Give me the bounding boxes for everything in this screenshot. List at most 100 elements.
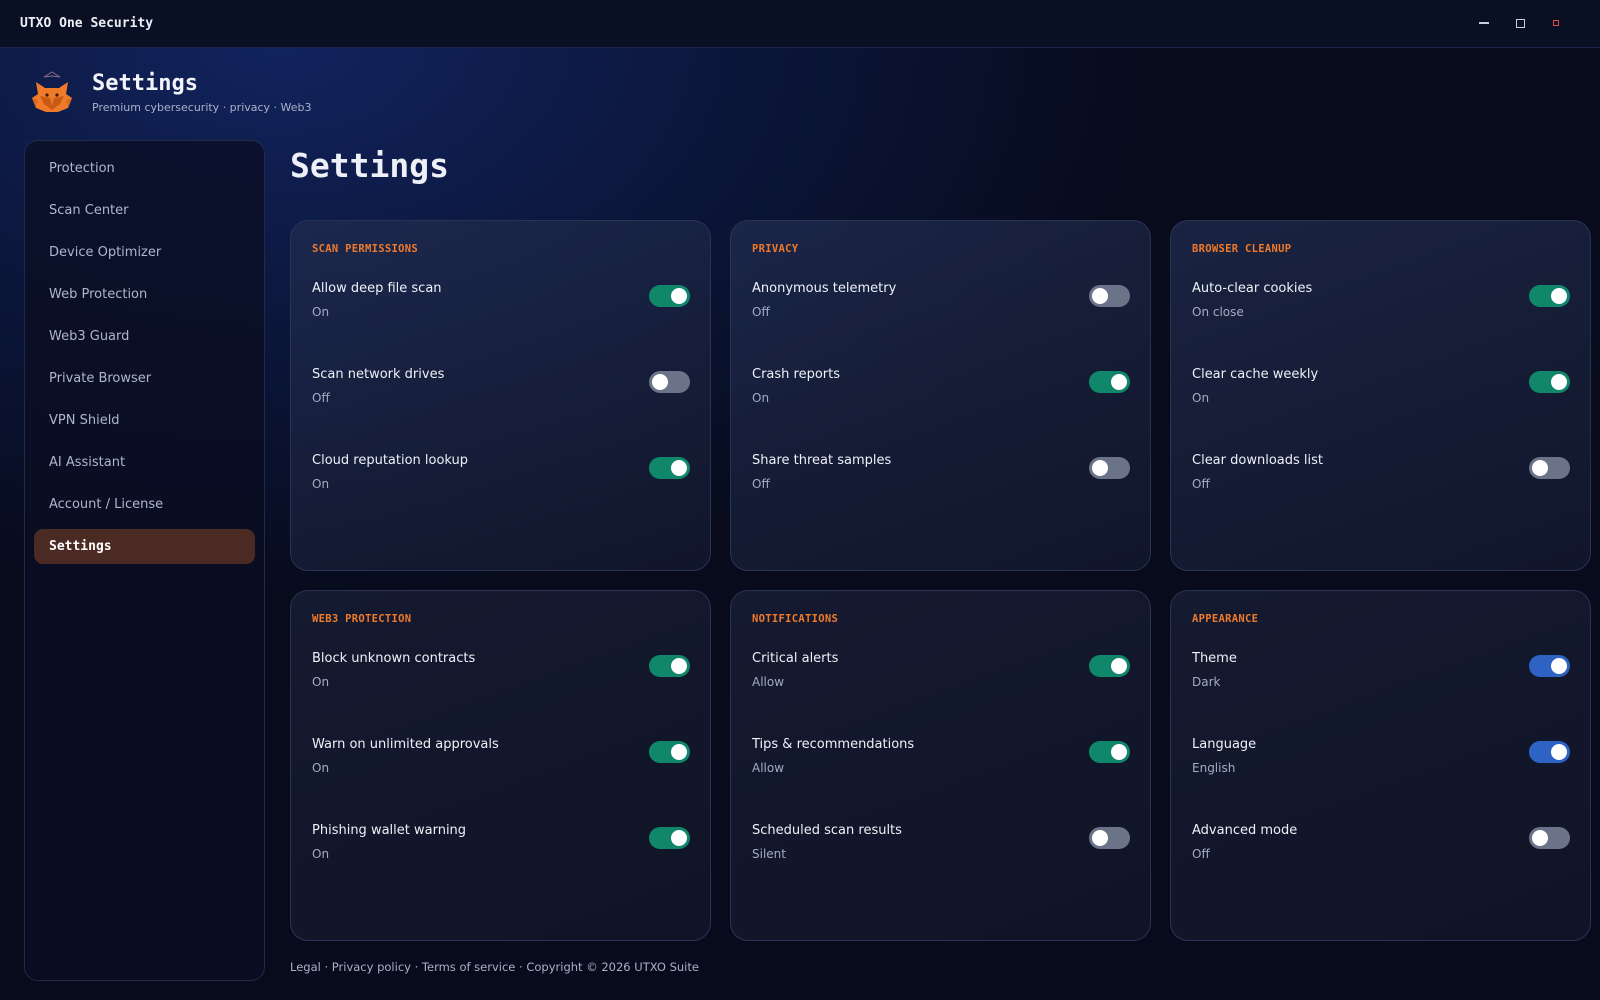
- toggle-allow-deep-file-scan[interactable]: [649, 285, 690, 307]
- setting-value: Allow: [752, 761, 785, 775]
- setting-value: English: [1192, 761, 1236, 775]
- setting-text: Anonymous telemetry Off: [752, 280, 896, 319]
- card-scan-permissions: SCAN PERMISSIONS Allow deep file scan On Sc…: [290, 220, 711, 571]
- toggle-auto-clear-cookies[interactable]: [1529, 285, 1570, 307]
- toggle-advanced-mode[interactable]: [1529, 827, 1570, 849]
- setting-value: Off: [1192, 477, 1210, 491]
- setting-label: Clear cache weekly: [1192, 367, 1319, 382]
- toggle-scheduled-scan-results[interactable]: [1089, 827, 1130, 849]
- card-heading: NOTIFICATIONS: [752, 613, 839, 625]
- setting-label: Tips & recommendations: [752, 737, 915, 752]
- terms-of-service-link[interactable]: Terms of service: [422, 960, 515, 974]
- setting-row-clear-downloads-list: Clear downloads list Off: [1192, 452, 1570, 538]
- setting-text: Scan network drives Off: [312, 366, 444, 405]
- setting-value: Off: [312, 391, 330, 405]
- window-controls: [1466, 0, 1574, 46]
- card-heading: WEB3 PROTECTION: [312, 613, 412, 625]
- setting-row-tips-and-recommendations: Tips & recommendations Allow: [752, 736, 1130, 822]
- sidebar-item-private-browser[interactable]: Private Browser: [34, 361, 255, 396]
- close-button[interactable]: [1538, 11, 1574, 35]
- toggle-block-unknown-contracts[interactable]: [649, 655, 690, 677]
- setting-text: Auto-clear cookies On close: [1192, 280, 1312, 319]
- setting-label: Crash reports: [752, 367, 841, 382]
- setting-text: Phishing wallet warning On: [312, 822, 466, 861]
- sidebar-item-protection[interactable]: Protection: [34, 151, 255, 186]
- setting-label: Auto-clear cookies: [1192, 281, 1313, 296]
- setting-row-theme: Theme Dark: [1192, 650, 1570, 736]
- setting-row-scan-network-drives: Scan network drives Off: [312, 366, 690, 452]
- minimize-icon: [1479, 22, 1489, 24]
- toggle-theme[interactable]: [1529, 655, 1570, 677]
- setting-text: Tips & recommendations Allow: [752, 736, 914, 775]
- toggle-warn-on-unlimited-approvals[interactable]: [649, 741, 690, 763]
- setting-text: Clear downloads list Off: [1192, 452, 1323, 491]
- setting-value: Dark: [1192, 675, 1221, 689]
- sidebar-item-scan-center[interactable]: Scan Center: [34, 193, 255, 228]
- setting-text: Language English: [1192, 736, 1256, 775]
- sidebar-item-settings[interactable]: Settings: [34, 529, 255, 564]
- title-bar: UTXO One Security: [0, 0, 1600, 48]
- setting-row-block-unknown-contracts: Block unknown contracts On: [312, 650, 690, 736]
- setting-label: Language: [1192, 737, 1257, 752]
- setting-value: Allow: [752, 675, 785, 689]
- setting-text: Block unknown contracts On: [312, 650, 475, 689]
- setting-label: Allow deep file scan: [312, 281, 442, 296]
- setting-value: On: [312, 761, 330, 775]
- sidebar-item-ai-assistant[interactable]: AI Assistant: [34, 445, 255, 480]
- setting-label: Phishing wallet warning: [312, 823, 467, 838]
- card-appearance: APPEARANCE Theme Dark Language English Advanc…: [1170, 590, 1591, 941]
- setting-text: Critical alerts Allow: [752, 650, 838, 689]
- setting-label: Advanced mode: [1192, 823, 1298, 838]
- card-heading: APPEARANCE: [1192, 613, 1259, 625]
- card-browser-cleanup: BROWSER CLEANUP Auto-clear cookies On clos…: [1170, 220, 1591, 571]
- sidebar-item-web3-guard[interactable]: Web3 Guard: [34, 319, 255, 354]
- sidebar-item-device-optimizer[interactable]: Device Optimizer: [34, 235, 255, 270]
- setting-label: Scheduled scan results: [752, 823, 902, 838]
- header-text: Settings Premium cybersecurity · privacy…: [92, 71, 312, 114]
- setting-value: On close: [1192, 305, 1244, 319]
- setting-label: Block unknown contracts: [312, 651, 476, 666]
- setting-row-critical-alerts: Critical alerts Allow: [752, 650, 1130, 736]
- fox-logo-icon: [32, 71, 72, 112]
- setting-value: On: [312, 847, 330, 861]
- setting-value: Off: [752, 305, 770, 319]
- setting-value: On: [312, 675, 330, 689]
- setting-label: Share threat samples: [752, 453, 892, 468]
- toggle-language[interactable]: [1529, 741, 1570, 763]
- toggle-phishing-wallet-warning[interactable]: [649, 827, 690, 849]
- toggle-tips-and-recommendations[interactable]: [1089, 741, 1130, 763]
- app-title: UTXO One Security: [20, 16, 154, 31]
- minimize-button[interactable]: [1466, 11, 1502, 35]
- setting-row-language: Language English: [1192, 736, 1570, 822]
- card-heading: PRIVACY: [752, 243, 799, 255]
- legal-link[interactable]: Legal: [290, 960, 321, 974]
- setting-text: Allow deep file scan On: [312, 280, 442, 319]
- toggle-scan-network-drives[interactable]: [649, 371, 690, 393]
- setting-value: Silent: [752, 847, 786, 861]
- setting-row-clear-cache-weekly: Clear cache weekly On: [1192, 366, 1570, 452]
- toggle-clear-downloads-list[interactable]: [1529, 457, 1570, 479]
- setting-value: On: [312, 477, 330, 491]
- toggle-clear-cache-weekly[interactable]: [1529, 371, 1570, 393]
- sidebar-item-vpn-shield[interactable]: VPN Shield: [34, 403, 255, 438]
- toggle-critical-alerts[interactable]: [1089, 655, 1130, 677]
- card-web3-protection: WEB3 PROTECTION Block unknown contracts On…: [290, 590, 711, 941]
- toggle-share-threat-samples[interactable]: [1089, 457, 1130, 479]
- setting-row-anonymous-telemetry: Anonymous telemetry Off: [752, 280, 1130, 366]
- maximize-button[interactable]: [1502, 11, 1538, 35]
- setting-row-allow-deep-file-scan: Allow deep file scan On: [312, 280, 690, 366]
- sidebar-item-account-license[interactable]: Account / License: [34, 487, 255, 522]
- setting-text: Warn on unlimited approvals On: [312, 736, 499, 775]
- toggle-anonymous-telemetry[interactable]: [1089, 285, 1130, 307]
- setting-label: Warn on unlimited approvals: [312, 737, 499, 752]
- toggle-cloud-reputation-lookup[interactable]: [649, 457, 690, 479]
- setting-text: Scheduled scan results Silent: [752, 822, 902, 861]
- toggle-crash-reports[interactable]: [1089, 371, 1130, 393]
- setting-row-scheduled-scan-results: Scheduled scan results Silent: [752, 822, 1130, 908]
- sidebar: Protection Scan Center Device Optimizer …: [24, 140, 265, 981]
- setting-value: Off: [1192, 847, 1210, 861]
- setting-row-warn-on-unlimited-approvals: Warn on unlimited approvals On: [312, 736, 690, 822]
- setting-value: On: [752, 391, 770, 405]
- sidebar-item-web-protection[interactable]: Web Protection: [34, 277, 255, 312]
- privacy-policy-link[interactable]: Privacy policy: [332, 960, 411, 974]
